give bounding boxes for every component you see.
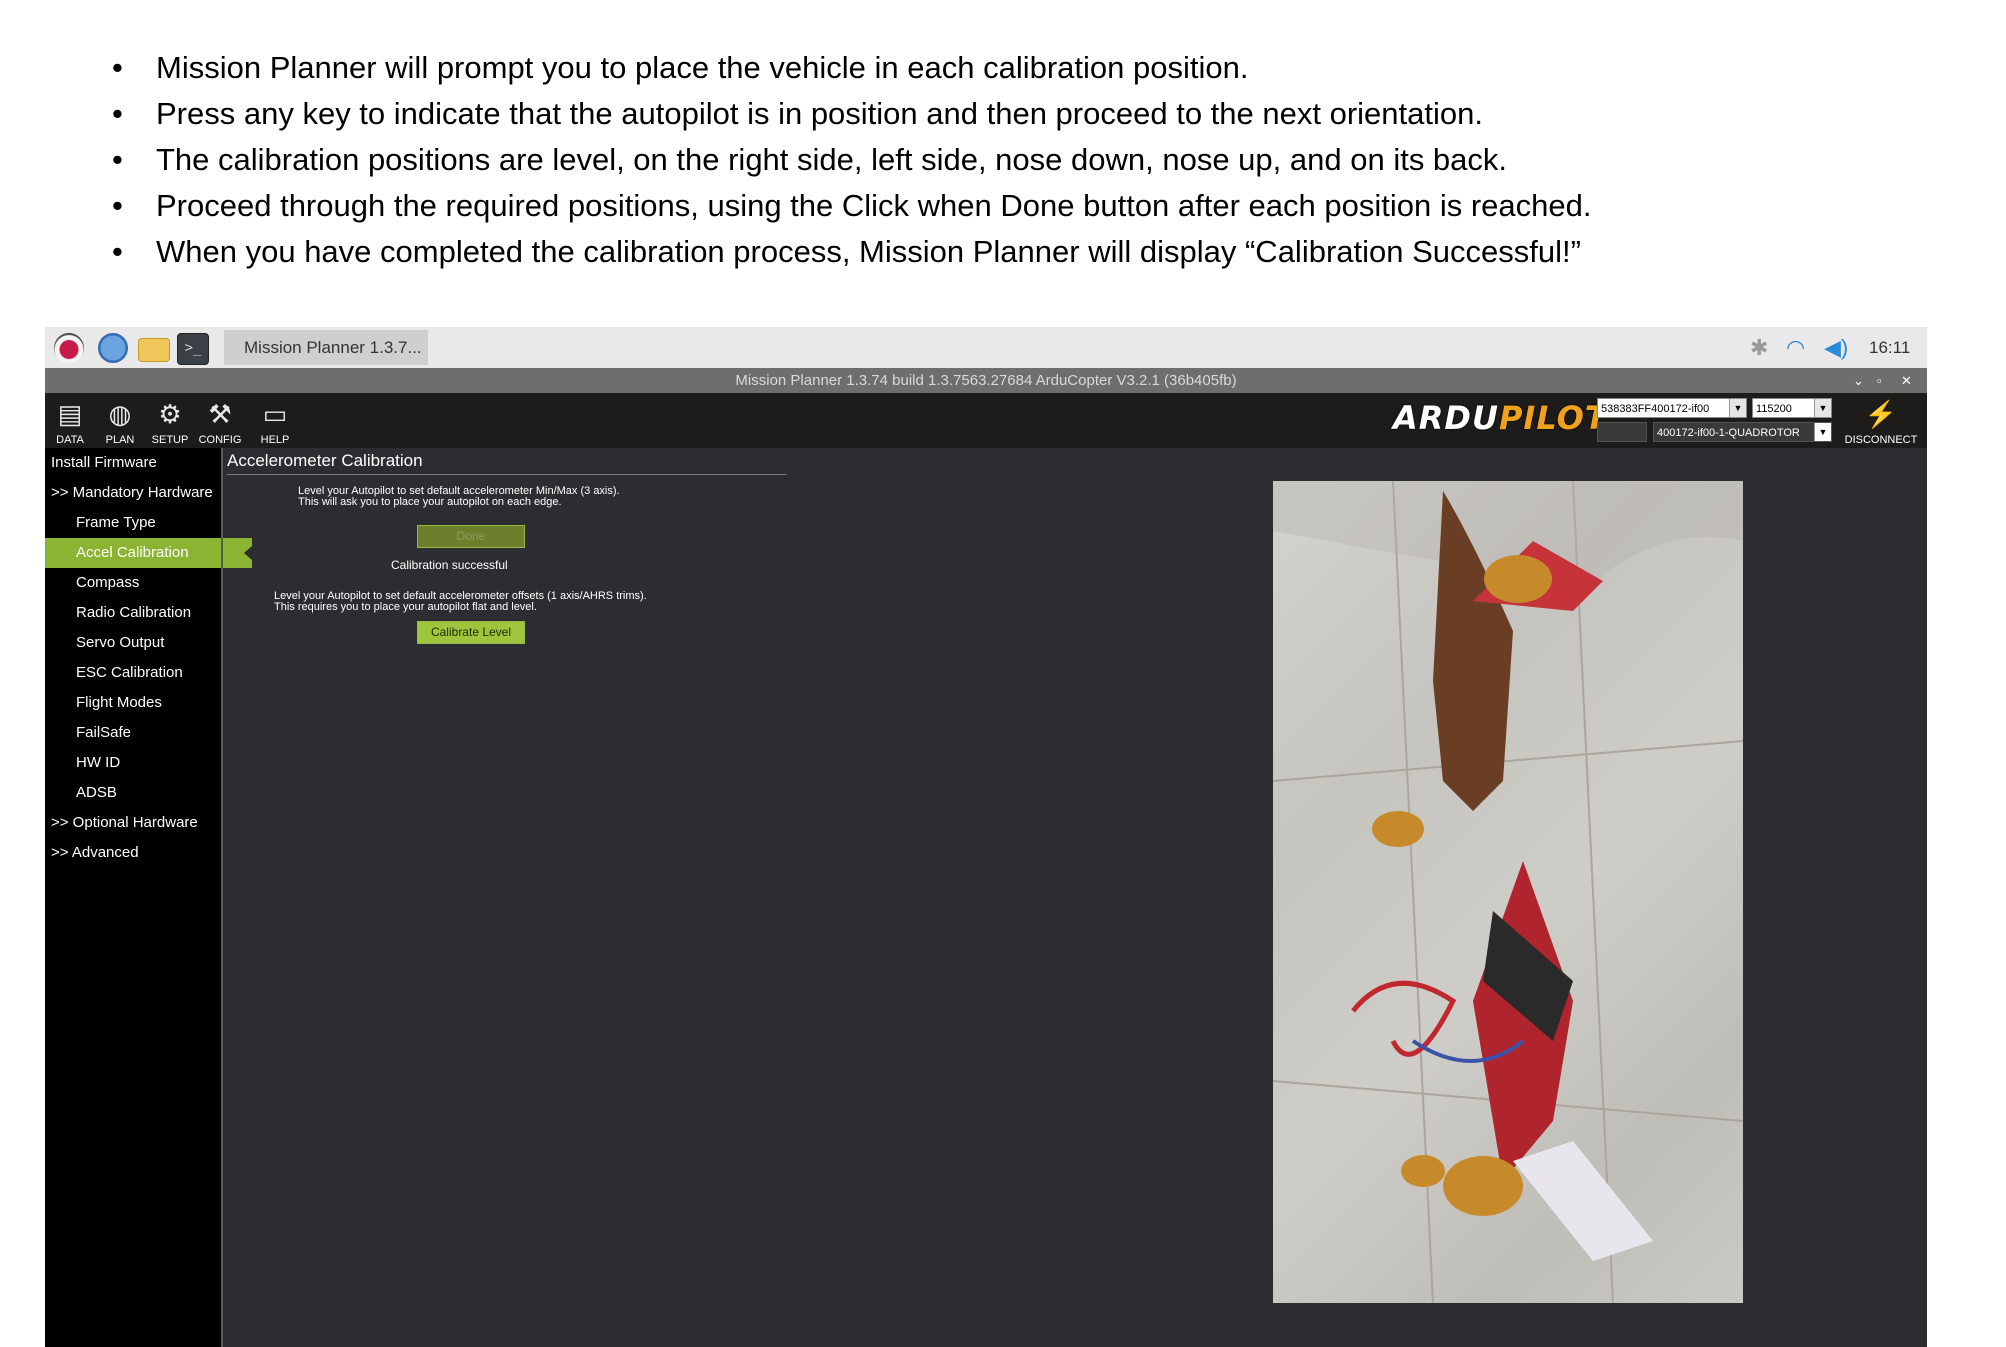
frame-arm-bottom — [1513, 1141, 1653, 1261]
bullet-icon: • — [112, 96, 123, 131]
sidebar-item-optional-hardware[interactable]: >> Optional Hardware — [45, 808, 227, 838]
motor-bottom-left — [1401, 1155, 1445, 1187]
bullet-icon: • — [112, 142, 123, 177]
motor-bottom — [1443, 1156, 1523, 1216]
volume-icon[interactable]: ◀) — [1824, 327, 1848, 368]
setup-sidebar: Install Firmware >> Mandatory Hardware F… — [45, 448, 252, 1347]
folder-icon[interactable] — [138, 338, 170, 362]
chevron-down-icon: ▼ — [1814, 423, 1831, 441]
toolbar-config-button[interactable]: ⚒ CONFIG — [195, 393, 245, 448]
instruction-item: • Mission Planner will prompt you to plac… — [100, 45, 1592, 91]
wires — [1351, 980, 1457, 1057]
instruction-item: • The calibration positions are level, on… — [100, 137, 1592, 183]
calibrate-level-button[interactable]: Calibrate Level — [417, 621, 525, 644]
toolbar-plan-button[interactable]: ◍ PLAN — [95, 393, 145, 448]
raspberry-icon[interactable] — [54, 333, 84, 363]
chevron-down-icon: ▼ — [1729, 399, 1746, 417]
link-stats-box — [1597, 422, 1647, 442]
bluetooth-icon[interactable]: ✱ — [1750, 327, 1768, 368]
ardupilot-logo: ARDUPILOT — [1393, 399, 1608, 437]
page-title: Accelerometer Calibration — [227, 451, 423, 470]
plug-icon: ⚡ — [1864, 399, 1898, 429]
help-icon: ▭ — [262, 399, 288, 429]
chevron-down-icon: ▼ — [1814, 399, 1831, 417]
instruction-item: • Proceed through the required positions,… — [100, 183, 1592, 229]
desktop-taskbar: >_ Mission Planner 1.3.7... ✱ ◠ ◀) 16:11 — [45, 327, 1927, 368]
done-button[interactable]: Done — [417, 525, 525, 548]
globe-icon[interactable] — [98, 333, 128, 363]
motor-middle — [1372, 811, 1424, 847]
title-divider — [227, 474, 787, 475]
level-instruction-line2: This requires you to place your autopilo… — [274, 601, 537, 613]
drone-calibration-photo — [1273, 481, 1743, 1303]
instruction-item: • When you have completed the calibration… — [100, 229, 1592, 275]
baud-select[interactable]: 115200 ▼ — [1752, 398, 1832, 418]
disconnect-button[interactable]: ⚡ DISCONNECT — [1835, 393, 1927, 448]
minimize-icon[interactable]: ⌄ — [1853, 368, 1864, 393]
mission-planner-screenshot: >_ Mission Planner 1.3.7... ✱ ◠ ◀) 16:11… — [45, 327, 1927, 1347]
instruction-item: • Press any key to indicate that the auto… — [100, 91, 1592, 137]
toolbar-help-button[interactable]: ▭ HELP — [250, 393, 300, 448]
port-select[interactable]: 538383FF400172-if00 ▼ — [1597, 398, 1747, 418]
drone-photo-illustration — [1273, 481, 1743, 1303]
accel-instruction-line2: This will ask you to place your autopilo… — [298, 496, 562, 508]
config-icon: ⚒ — [208, 399, 232, 429]
bullet-icon: • — [112, 50, 123, 85]
wifi-icon[interactable]: ◠ — [1786, 327, 1805, 368]
sidebar-divider — [221, 448, 223, 1347]
close-icon[interactable]: ✕ — [1901, 368, 1912, 393]
window-title: Mission Planner 1.3.74 build 1.3.7563.27… — [735, 372, 1237, 389]
sidebar-item-advanced[interactable]: >> Advanced — [45, 838, 227, 868]
toolbar-setup-button[interactable]: ⚙ SETUP — [145, 393, 195, 448]
calibration-status: Calibration successful — [391, 558, 508, 572]
bullet-icon: • — [112, 234, 123, 269]
bullet-icon: • — [112, 188, 123, 223]
sidebar-item-install-firmware[interactable]: Install Firmware — [45, 448, 227, 478]
plan-icon: ◍ — [108, 399, 132, 429]
taskbar-window-button[interactable]: Mission Planner 1.3.7... — [224, 330, 428, 365]
instruction-list: • Mission Planner will prompt you to plac… — [100, 45, 1592, 275]
setup-icon: ⚙ — [158, 399, 182, 429]
terminal-icon[interactable]: >_ — [177, 333, 209, 365]
sidebar-item-mandatory-hardware[interactable]: >> Mandatory Hardware — [45, 478, 227, 508]
motor-top — [1484, 555, 1552, 603]
data-icon: ▤ — [57, 399, 83, 429]
toolbar-data-button[interactable]: ▤ DATA — [45, 393, 95, 448]
window-titlebar: Mission Planner 1.3.74 build 1.3.7563.27… — [45, 368, 1927, 393]
maximize-icon[interactable]: ▫ — [1877, 368, 1882, 393]
clock[interactable]: 16:11 — [1869, 327, 1910, 368]
device-select[interactable]: 400172-if00-1-QUADROTOR ▼ — [1653, 422, 1832, 442]
